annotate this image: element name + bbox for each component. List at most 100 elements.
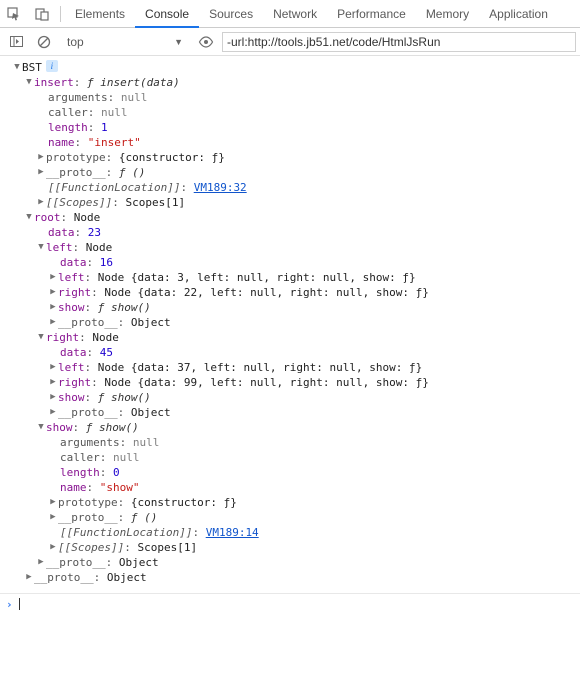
prop-key[interactable]: __proto__ xyxy=(46,165,106,180)
eye-icon[interactable] xyxy=(194,30,218,54)
prop-value[interactable]: Object xyxy=(107,570,147,585)
disclosure-triangle[interactable]: ▼ xyxy=(12,60,22,75)
prop-value: null xyxy=(133,435,160,450)
prop-value[interactable]: {constructor: ƒ} xyxy=(131,495,237,510)
disclosure-triangle[interactable]: ▼ xyxy=(36,420,46,435)
divider xyxy=(60,6,61,22)
prop-key[interactable]: __proto__ xyxy=(34,570,94,585)
disclosure-triangle[interactable]: ▶ xyxy=(48,285,58,300)
device-toggle-icon[interactable] xyxy=(28,0,56,28)
prop-value[interactable]: ƒ show() xyxy=(98,390,151,405)
prop-value[interactable]: ƒ () xyxy=(119,165,146,180)
prop-key[interactable]: root xyxy=(34,210,61,225)
prop-value[interactable]: Object xyxy=(119,555,159,570)
disclosure-triangle[interactable]: ▶ xyxy=(48,360,58,375)
prop-key[interactable]: prototype xyxy=(58,495,118,510)
console-input[interactable] xyxy=(20,598,574,611)
disclosure-triangle[interactable]: ▶ xyxy=(36,150,46,165)
clear-console-icon[interactable] xyxy=(32,30,56,54)
prop-value[interactable]: Node {data: 3, left: null, right: null, … xyxy=(98,270,416,285)
prop-value[interactable]: Node xyxy=(74,210,101,225)
prop-key[interactable]: [[Scopes]] xyxy=(46,195,112,210)
disclosure-triangle[interactable]: ▼ xyxy=(36,240,46,255)
disclosure-triangle[interactable]: ▶ xyxy=(48,495,58,510)
prop-key: data xyxy=(60,345,87,360)
prop-key[interactable]: left xyxy=(46,240,73,255)
disclosure-triangle[interactable]: ▶ xyxy=(48,405,58,420)
sidebar-toggle-icon[interactable] xyxy=(4,30,28,54)
prop-key[interactable]: __proto__ xyxy=(46,555,106,570)
inspect-icon[interactable] xyxy=(0,0,28,28)
disclosure-triangle[interactable]: ▶ xyxy=(48,300,58,315)
prop-key[interactable]: show xyxy=(58,390,85,405)
prop-key[interactable]: __proto__ xyxy=(58,510,118,525)
prop-key: caller xyxy=(60,450,100,465)
tab-memory[interactable]: Memory xyxy=(416,0,479,28)
tab-elements[interactable]: Elements xyxy=(65,0,135,28)
prop-key[interactable]: __proto__ xyxy=(58,315,118,330)
console-toolbar: top ▼ xyxy=(0,28,580,56)
prop-value[interactable]: ƒ () xyxy=(131,510,158,525)
disclosure-triangle[interactable]: ▼ xyxy=(36,330,46,345)
prop-value[interactable]: Node xyxy=(86,240,113,255)
prop-value[interactable]: {constructor: ƒ} xyxy=(119,150,225,165)
context-selector[interactable]: top ▼ xyxy=(60,32,190,52)
console-output: ▼BSTi ▼insert: ƒ insert(data) arguments:… xyxy=(0,56,580,589)
prop-value[interactable]: Node {data: 37, left: null, right: null,… xyxy=(98,360,423,375)
disclosure-triangle[interactable]: ▼ xyxy=(24,75,34,90)
prop-key: length xyxy=(48,120,88,135)
prop-key[interactable]: right xyxy=(58,375,91,390)
prop-value[interactable]: ƒ insert(data) xyxy=(87,75,180,90)
tab-sources[interactable]: Sources xyxy=(199,0,263,28)
disclosure-triangle[interactable]: ▼ xyxy=(24,210,34,225)
prop-value[interactable]: Scopes[1] xyxy=(125,195,185,210)
source-link[interactable]: VM189:32 xyxy=(194,180,247,195)
prop-value: 16 xyxy=(100,255,113,270)
prop-key[interactable]: right xyxy=(58,285,91,300)
object-label[interactable]: BST xyxy=(22,60,42,75)
tab-performance[interactable]: Performance xyxy=(327,0,416,28)
disclosure-triangle[interactable]: ▶ xyxy=(48,315,58,330)
prop-key[interactable]: [[Scopes]] xyxy=(58,540,124,555)
prop-value[interactable]: ƒ show() xyxy=(98,300,151,315)
prop-key[interactable]: left xyxy=(58,270,85,285)
prop-key[interactable]: prototype xyxy=(46,150,106,165)
prop-value[interactable]: Object xyxy=(131,315,171,330)
chevron-down-icon: ▼ xyxy=(174,37,183,47)
prop-key[interactable]: left xyxy=(58,360,85,375)
prop-key[interactable]: __proto__ xyxy=(58,405,118,420)
disclosure-triangle[interactable]: ▶ xyxy=(36,555,46,570)
prop-key: [[FunctionLocation]] xyxy=(60,525,192,540)
disclosure-triangle[interactable]: ▶ xyxy=(24,570,34,585)
disclosure-triangle[interactable]: ▶ xyxy=(48,375,58,390)
disclosure-triangle[interactable]: ▶ xyxy=(36,195,46,210)
prop-value: 45 xyxy=(100,345,113,360)
disclosure-triangle[interactable]: ▶ xyxy=(48,390,58,405)
prop-value[interactable]: Node {data: 22, left: null, right: null,… xyxy=(104,285,429,300)
disclosure-triangle[interactable]: ▶ xyxy=(48,270,58,285)
tab-application[interactable]: Application xyxy=(479,0,558,28)
prop-key[interactable]: show xyxy=(46,420,73,435)
prop-key[interactable]: right xyxy=(46,330,79,345)
prop-value[interactable]: Scopes[1] xyxy=(137,540,197,555)
prop-value: "insert" xyxy=(88,135,141,150)
prop-value[interactable]: Object xyxy=(131,405,171,420)
disclosure-triangle[interactable]: ▶ xyxy=(48,540,58,555)
info-icon[interactable]: i xyxy=(46,60,58,72)
prop-key[interactable]: show xyxy=(58,300,85,315)
prop-value[interactable]: Node {data: 99, left: null, right: null,… xyxy=(104,375,429,390)
prop-value[interactable]: ƒ show() xyxy=(86,420,139,435)
prop-key: name xyxy=(48,135,75,150)
filter-input[interactable] xyxy=(222,32,576,52)
prop-key: [[FunctionLocation]] xyxy=(48,180,180,195)
tab-network[interactable]: Network xyxy=(263,0,327,28)
prompt-caret-icon: › xyxy=(6,598,13,611)
disclosure-triangle[interactable]: ▶ xyxy=(36,165,46,180)
console-prompt[interactable]: › xyxy=(0,593,580,615)
prop-value[interactable]: Node xyxy=(92,330,119,345)
prop-key[interactable]: insert xyxy=(34,75,74,90)
prop-value: 1 xyxy=(101,120,108,135)
disclosure-triangle[interactable]: ▶ xyxy=(48,510,58,525)
source-link[interactable]: VM189:14 xyxy=(206,525,259,540)
tab-console[interactable]: Console xyxy=(135,0,199,28)
